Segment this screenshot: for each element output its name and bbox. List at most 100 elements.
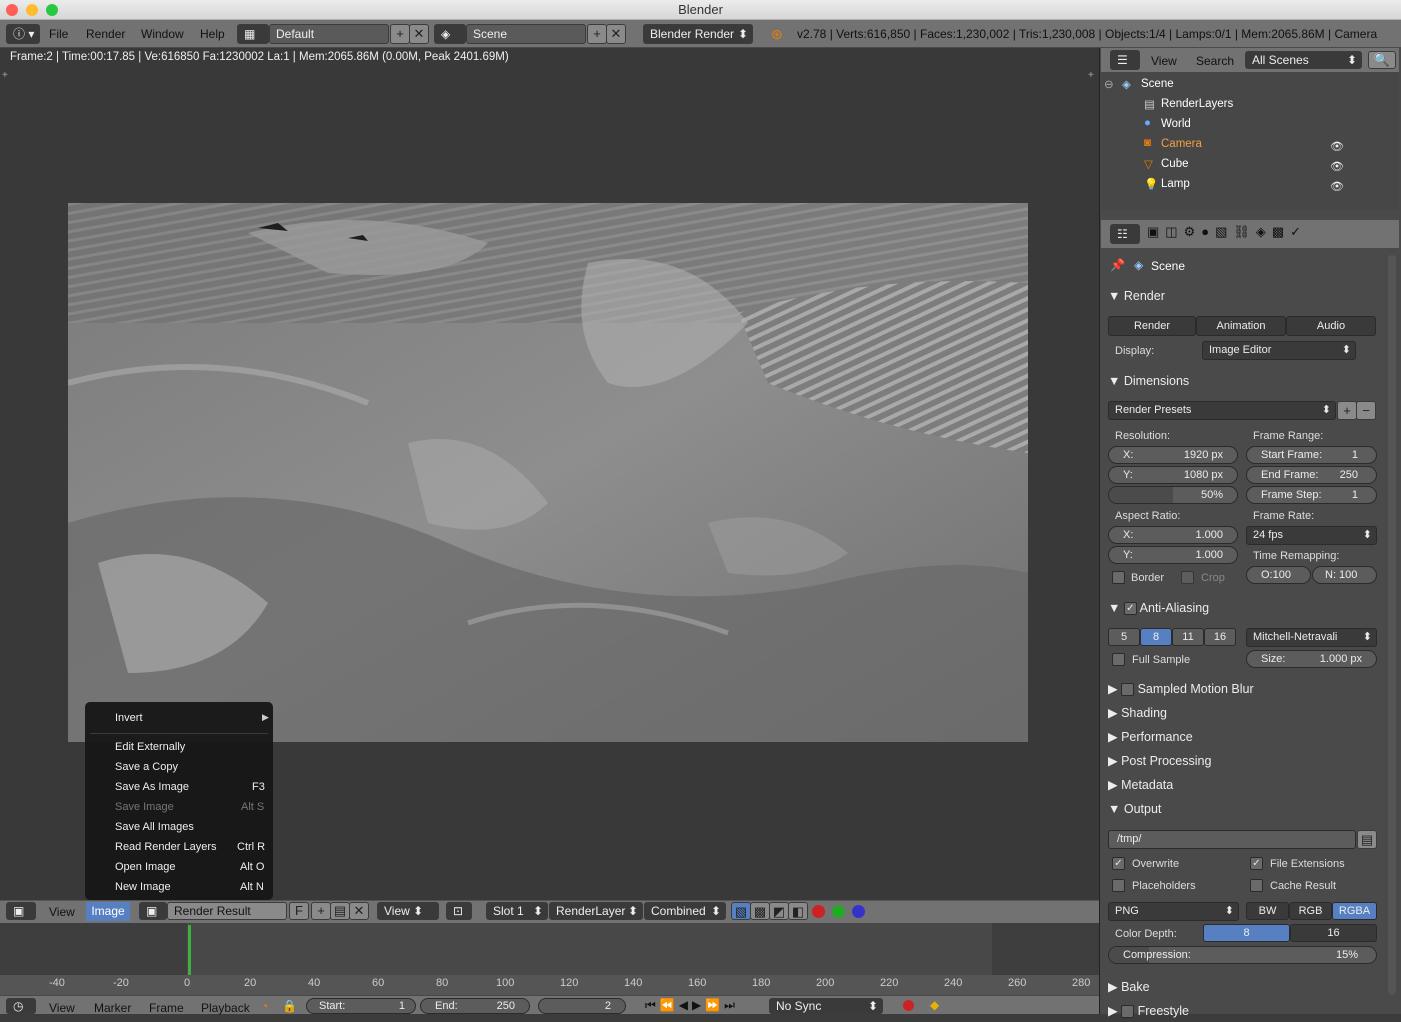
editor-type-image-icon[interactable]: ▣ bbox=[6, 902, 36, 920]
file-extensions-checkbox[interactable]: ✓ bbox=[1250, 857, 1263, 870]
display-selector[interactable]: Image Editor ⬍ bbox=[1202, 341, 1356, 360]
panel-freestyle-header[interactable]: ▶ Freestyle bbox=[1108, 1000, 1378, 1022]
outliner-item-scene[interactable]: Scene bbox=[1141, 78, 1174, 90]
placeholders-checkbox[interactable] bbox=[1112, 879, 1125, 892]
menu-item-read-render-layers[interactable]: Read Render Layers bbox=[115, 841, 217, 853]
aspect-y-field[interactable]: Y: 1.000 bbox=[1108, 546, 1238, 564]
panel-post-processing-header[interactable]: ▶ Post Processing bbox=[1108, 750, 1378, 772]
editor-type-outliner-icon[interactable]: ☰ bbox=[1110, 50, 1140, 70]
current-frame-field[interactable]: 2 bbox=[538, 998, 626, 1014]
end-frame-field[interactable]: End: 250 bbox=[420, 998, 530, 1014]
render-engine-selector[interactable]: Blender Render ⬍ bbox=[643, 24, 753, 44]
aa-sample-11[interactable]: 11 bbox=[1172, 628, 1204, 646]
pin-icon[interactable]: 📌 bbox=[1110, 258, 1125, 272]
fake-user-button[interactable]: F bbox=[289, 902, 309, 920]
outliner-item-camera[interactable]: Camera bbox=[1161, 138, 1202, 150]
start-frame-prop-field[interactable]: Start Frame: 1 bbox=[1246, 446, 1377, 464]
menu-window[interactable]: Window bbox=[141, 27, 184, 41]
audio-button[interactable]: Audio bbox=[1286, 316, 1376, 336]
close-window-button[interactable] bbox=[6, 4, 18, 16]
outliner-item-cube[interactable]: Cube bbox=[1161, 158, 1189, 170]
panel-shading-header[interactable]: ▶ Shading bbox=[1108, 702, 1378, 724]
menu-render[interactable]: Render bbox=[86, 27, 125, 41]
open-folder-icon[interactable]: ▤ bbox=[330, 902, 350, 920]
frame-rate-selector[interactable]: 24 fps ⬍ bbox=[1246, 526, 1377, 545]
aa-sample-5[interactable]: 5 bbox=[1108, 628, 1140, 646]
folder-browse-icon[interactable]: ▤ bbox=[1357, 830, 1377, 849]
render-presets-selector[interactable]: Render Presets ⬍ bbox=[1108, 401, 1336, 420]
render-pass-selector[interactable]: Combined ⬍ bbox=[644, 902, 726, 920]
slot-selector[interactable]: Slot 1 ⬍ bbox=[486, 902, 548, 920]
properties-scrollbar[interactable] bbox=[1388, 255, 1396, 995]
end-frame-prop-field[interactable]: End Frame: 250 bbox=[1246, 466, 1377, 484]
editor-type-timeline-icon[interactable]: ◷ bbox=[6, 998, 36, 1014]
outliner-menu-search[interactable]: Search bbox=[1196, 54, 1234, 68]
add-scene-icon[interactable]: + bbox=[587, 24, 607, 44]
search-icon[interactable]: 🔍 bbox=[1368, 51, 1396, 69]
menu-item-new-image[interactable]: New Image bbox=[115, 881, 171, 893]
resolution-percent-slider[interactable]: 50% bbox=[1108, 486, 1238, 504]
new-image-icon[interactable]: + bbox=[311, 902, 331, 920]
add-preset-icon[interactable]: + bbox=[1337, 401, 1357, 420]
color-depth-8[interactable]: 8 bbox=[1203, 924, 1290, 942]
outliner-item-lamp[interactable]: Lamp bbox=[1161, 178, 1190, 190]
panel-output-header[interactable]: ▼ Output bbox=[1108, 798, 1378, 820]
scene-icon[interactable]: ◈ bbox=[434, 24, 466, 44]
border-checkbox[interactable] bbox=[1112, 571, 1125, 584]
color-mode-rgba[interactable]: RGBA bbox=[1332, 902, 1377, 920]
aa-filter-selector[interactable]: Mitchell-Netravali ⬍ bbox=[1246, 628, 1377, 647]
menu-playback[interactable]: Playback bbox=[201, 1001, 250, 1015]
properties-context-tabs[interactable]: ▣◫⚙●▧⛓◈▩✓ bbox=[1147, 224, 1327, 244]
minimize-window-button[interactable] bbox=[26, 4, 38, 16]
current-frame-indicator[interactable] bbox=[188, 925, 191, 975]
outliner-item-renderlayers[interactable]: RenderLayers bbox=[1161, 98, 1233, 110]
outliner-item-world[interactable]: World bbox=[1161, 118, 1191, 130]
render-layer-selector[interactable]: RenderLayer ⬍ bbox=[549, 902, 643, 920]
remove-preset-icon[interactable]: − bbox=[1356, 401, 1376, 420]
pivot-icon[interactable]: ⊡ bbox=[446, 902, 472, 920]
remove-layout-icon[interactable]: ✕ bbox=[409, 24, 429, 44]
compression-slider[interactable]: Compression: 15% bbox=[1108, 946, 1377, 964]
z-buffer-icon[interactable]: ◩ bbox=[769, 902, 789, 920]
menu-item-save-all-images[interactable]: Save All Images bbox=[115, 821, 194, 833]
aa-sample-16[interactable]: 16 bbox=[1204, 628, 1236, 646]
panel-render-header[interactable]: ▼ Render bbox=[1108, 285, 1378, 307]
maximize-window-button[interactable] bbox=[46, 4, 58, 16]
full-sample-checkbox[interactable] bbox=[1112, 653, 1125, 666]
keyframe-icon[interactable]: ◆ bbox=[930, 998, 939, 1012]
panel-motion-blur-header[interactable]: ▶ Sampled Motion Blur bbox=[1108, 678, 1378, 700]
timeline-ruler[interactable] bbox=[0, 975, 1099, 995]
menu-help[interactable]: Help bbox=[200, 27, 225, 41]
panel-metadata-header[interactable]: ▶ Metadata bbox=[1108, 774, 1378, 796]
menu-view[interactable]: View bbox=[49, 1001, 75, 1015]
panel-dimensions-header[interactable]: ▼ Dimensions bbox=[1108, 370, 1378, 392]
layout-selector[interactable]: Default bbox=[269, 24, 389, 44]
visibility-eye-icon[interactable]: 👁 👁 👁 bbox=[1330, 137, 1344, 197]
render-button[interactable]: Render bbox=[1108, 316, 1196, 336]
add-layout-icon[interactable]: + bbox=[390, 24, 410, 44]
resolution-y-field[interactable]: Y: 1080 px bbox=[1108, 466, 1238, 484]
aa-enable-checkbox[interactable]: ✓ bbox=[1123, 602, 1137, 616]
remap-new-field[interactable]: N: 100 bbox=[1312, 566, 1377, 584]
panel-aa-header[interactable]: ▼ ✓ Anti-Aliasing bbox=[1108, 597, 1378, 619]
crop-checkbox[interactable] bbox=[1181, 571, 1194, 584]
image-browse-icon[interactable]: ▣ bbox=[139, 902, 167, 920]
animation-button[interactable]: Animation bbox=[1196, 316, 1286, 336]
file-format-selector[interactable]: PNG ⬍ bbox=[1108, 902, 1239, 921]
layout-icon[interactable]: ▦ bbox=[237, 24, 269, 44]
sync-selector[interactable]: No Sync ⬍ bbox=[769, 998, 883, 1014]
aa-size-field[interactable]: Size: 1.000 px bbox=[1246, 650, 1377, 668]
cache-result-checkbox[interactable] bbox=[1250, 879, 1263, 892]
collapse-icon[interactable]: ⊖ bbox=[1104, 77, 1114, 91]
blue-channel-icon[interactable] bbox=[852, 905, 865, 918]
image-name-field[interactable]: Render Result bbox=[167, 902, 287, 920]
record-icon[interactable] bbox=[903, 1000, 914, 1011]
aa-sample-8[interactable]: 8 bbox=[1140, 628, 1172, 646]
color-mode-bw[interactable]: BW bbox=[1246, 902, 1289, 920]
menu-view[interactable]: View bbox=[49, 905, 75, 919]
remove-scene-icon[interactable]: ✕ bbox=[606, 24, 626, 44]
sequence-icon[interactable]: ◧ bbox=[788, 902, 808, 920]
keying-icon[interactable]: ◔ bbox=[261, 999, 268, 1013]
overwrite-checkbox[interactable]: ✓ bbox=[1112, 857, 1125, 870]
menu-item-save-copy[interactable]: Save a Copy bbox=[115, 761, 178, 773]
